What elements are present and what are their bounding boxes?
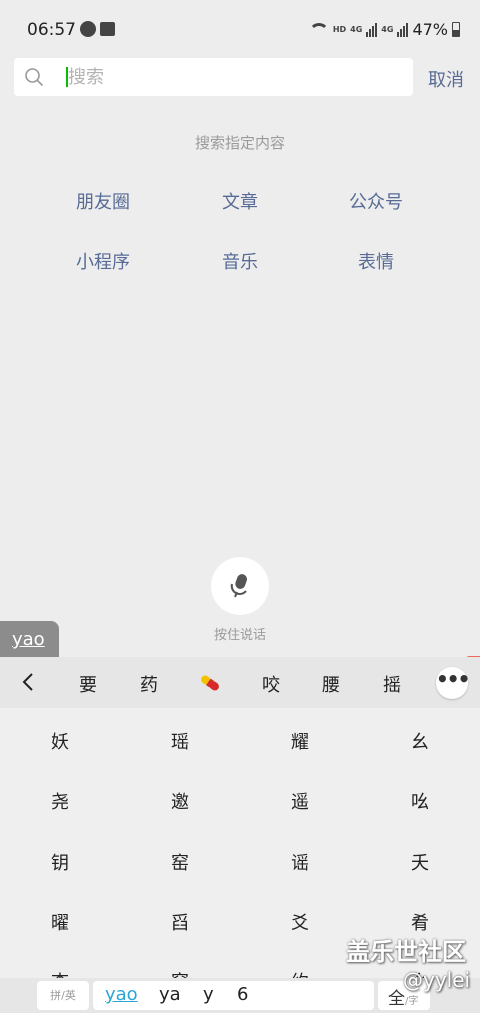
more-candidates-button[interactable]: ••• xyxy=(436,667,470,699)
candidate-cell[interactable]: 瑶 xyxy=(120,728,240,754)
search-box[interactable] xyxy=(14,58,413,96)
mail-notification-icon xyxy=(100,22,115,36)
candidate-cell[interactable]: 尧 xyxy=(0,788,120,814)
candidate-cell[interactable]: 遥 xyxy=(240,788,360,814)
candidate-cell[interactable]: 妖 xyxy=(0,728,120,754)
chevron-left-icon[interactable] xyxy=(20,672,36,692)
candidate-cell[interactable]: 钥 xyxy=(0,849,120,875)
network-4g-label: 4G xyxy=(350,25,363,34)
composition-text: yao xyxy=(12,629,45,650)
full-sub-label: /字 xyxy=(405,996,419,1007)
candidate-cell[interactable]: 舀 xyxy=(120,909,240,935)
app-notification-icon xyxy=(80,21,96,37)
candidate-cell[interactable]: 杳 xyxy=(0,968,120,978)
search-input[interactable] xyxy=(68,62,398,92)
category-official-accounts[interactable]: 公众号 xyxy=(316,188,436,214)
candidate-cell[interactable]: 谣 xyxy=(240,849,360,875)
candidate-word[interactable]: 药 xyxy=(129,671,169,697)
category-stickers[interactable]: 表情 xyxy=(316,248,436,274)
candidate-word[interactable]: 要 xyxy=(68,671,108,697)
pinyin-english-toggle[interactable]: 拼/英 xyxy=(37,981,89,1010)
category-moments[interactable]: 朋友圈 xyxy=(43,188,163,214)
pinyin-options: yao ya y 6 xyxy=(93,981,374,1010)
pinyin-option[interactable]: y xyxy=(203,984,214,1005)
status-right: HD 4G 4G 47% xyxy=(308,20,460,39)
microphone-icon xyxy=(230,574,248,598)
candidate-cell[interactable]: 爻 xyxy=(240,909,360,935)
signal-icon-2 xyxy=(397,22,409,37)
candidate-word[interactable]: 腰 xyxy=(311,671,351,697)
watermark-title: 盖乐世社区 xyxy=(346,938,466,966)
section-title: 搜索指定内容 xyxy=(194,134,285,152)
pinyin-option[interactable]: ya xyxy=(159,984,181,1005)
candidate-cell[interactable]: 邀 xyxy=(120,788,240,814)
wifi-icon xyxy=(308,22,329,37)
candidate-cell[interactable]: 约 xyxy=(240,968,360,978)
watermark-user: @yylei xyxy=(403,968,471,992)
more-icon: ••• xyxy=(436,667,470,691)
ime-composition: yao xyxy=(0,621,59,658)
pinyin-option[interactable]: 6 xyxy=(237,984,248,1005)
category-articles[interactable]: 文章 xyxy=(180,188,300,214)
search-icon xyxy=(25,68,43,86)
status-time: 06:57 xyxy=(27,20,76,40)
status-bar: 06:57 HD 4G 4G 47% xyxy=(0,0,480,58)
network-4g-label-2: 4G xyxy=(381,25,394,34)
candidate-cell[interactable]: 吆 xyxy=(360,788,480,814)
category-mini-programs[interactable]: 小程序 xyxy=(43,248,163,274)
full-label: 全 xyxy=(388,989,405,1009)
candidate-word[interactable]: 摇 xyxy=(372,671,412,697)
candidate-cell[interactable]: 曜 xyxy=(0,909,120,935)
candidate-cell[interactable]: 窕 xyxy=(120,968,240,978)
battery-icon xyxy=(452,22,460,37)
candidate-cell[interactable]: 耀 xyxy=(240,728,360,754)
candidate-cell[interactable]: 窑 xyxy=(120,849,240,875)
ime-candidate-bar: 要 药 咬 腰 摇 xyxy=(0,657,480,708)
voice-hold-label: 按住说话 xyxy=(213,628,266,643)
hd-label: HD xyxy=(332,25,347,34)
signal-icon xyxy=(366,22,378,37)
candidate-word[interactable]: 咬 xyxy=(251,671,291,697)
category-music[interactable]: 音乐 xyxy=(180,248,300,274)
cancel-button[interactable]: 取消 xyxy=(428,66,464,92)
pinyin-option[interactable]: yao xyxy=(105,984,138,1005)
candidate-cell[interactable]: 夭 xyxy=(360,849,480,875)
pill-emoji-icon[interactable] xyxy=(198,673,222,693)
candidate-cell[interactable]: 幺 xyxy=(360,728,480,754)
battery-percent: 47% xyxy=(412,20,448,39)
voice-button[interactable] xyxy=(211,557,269,615)
